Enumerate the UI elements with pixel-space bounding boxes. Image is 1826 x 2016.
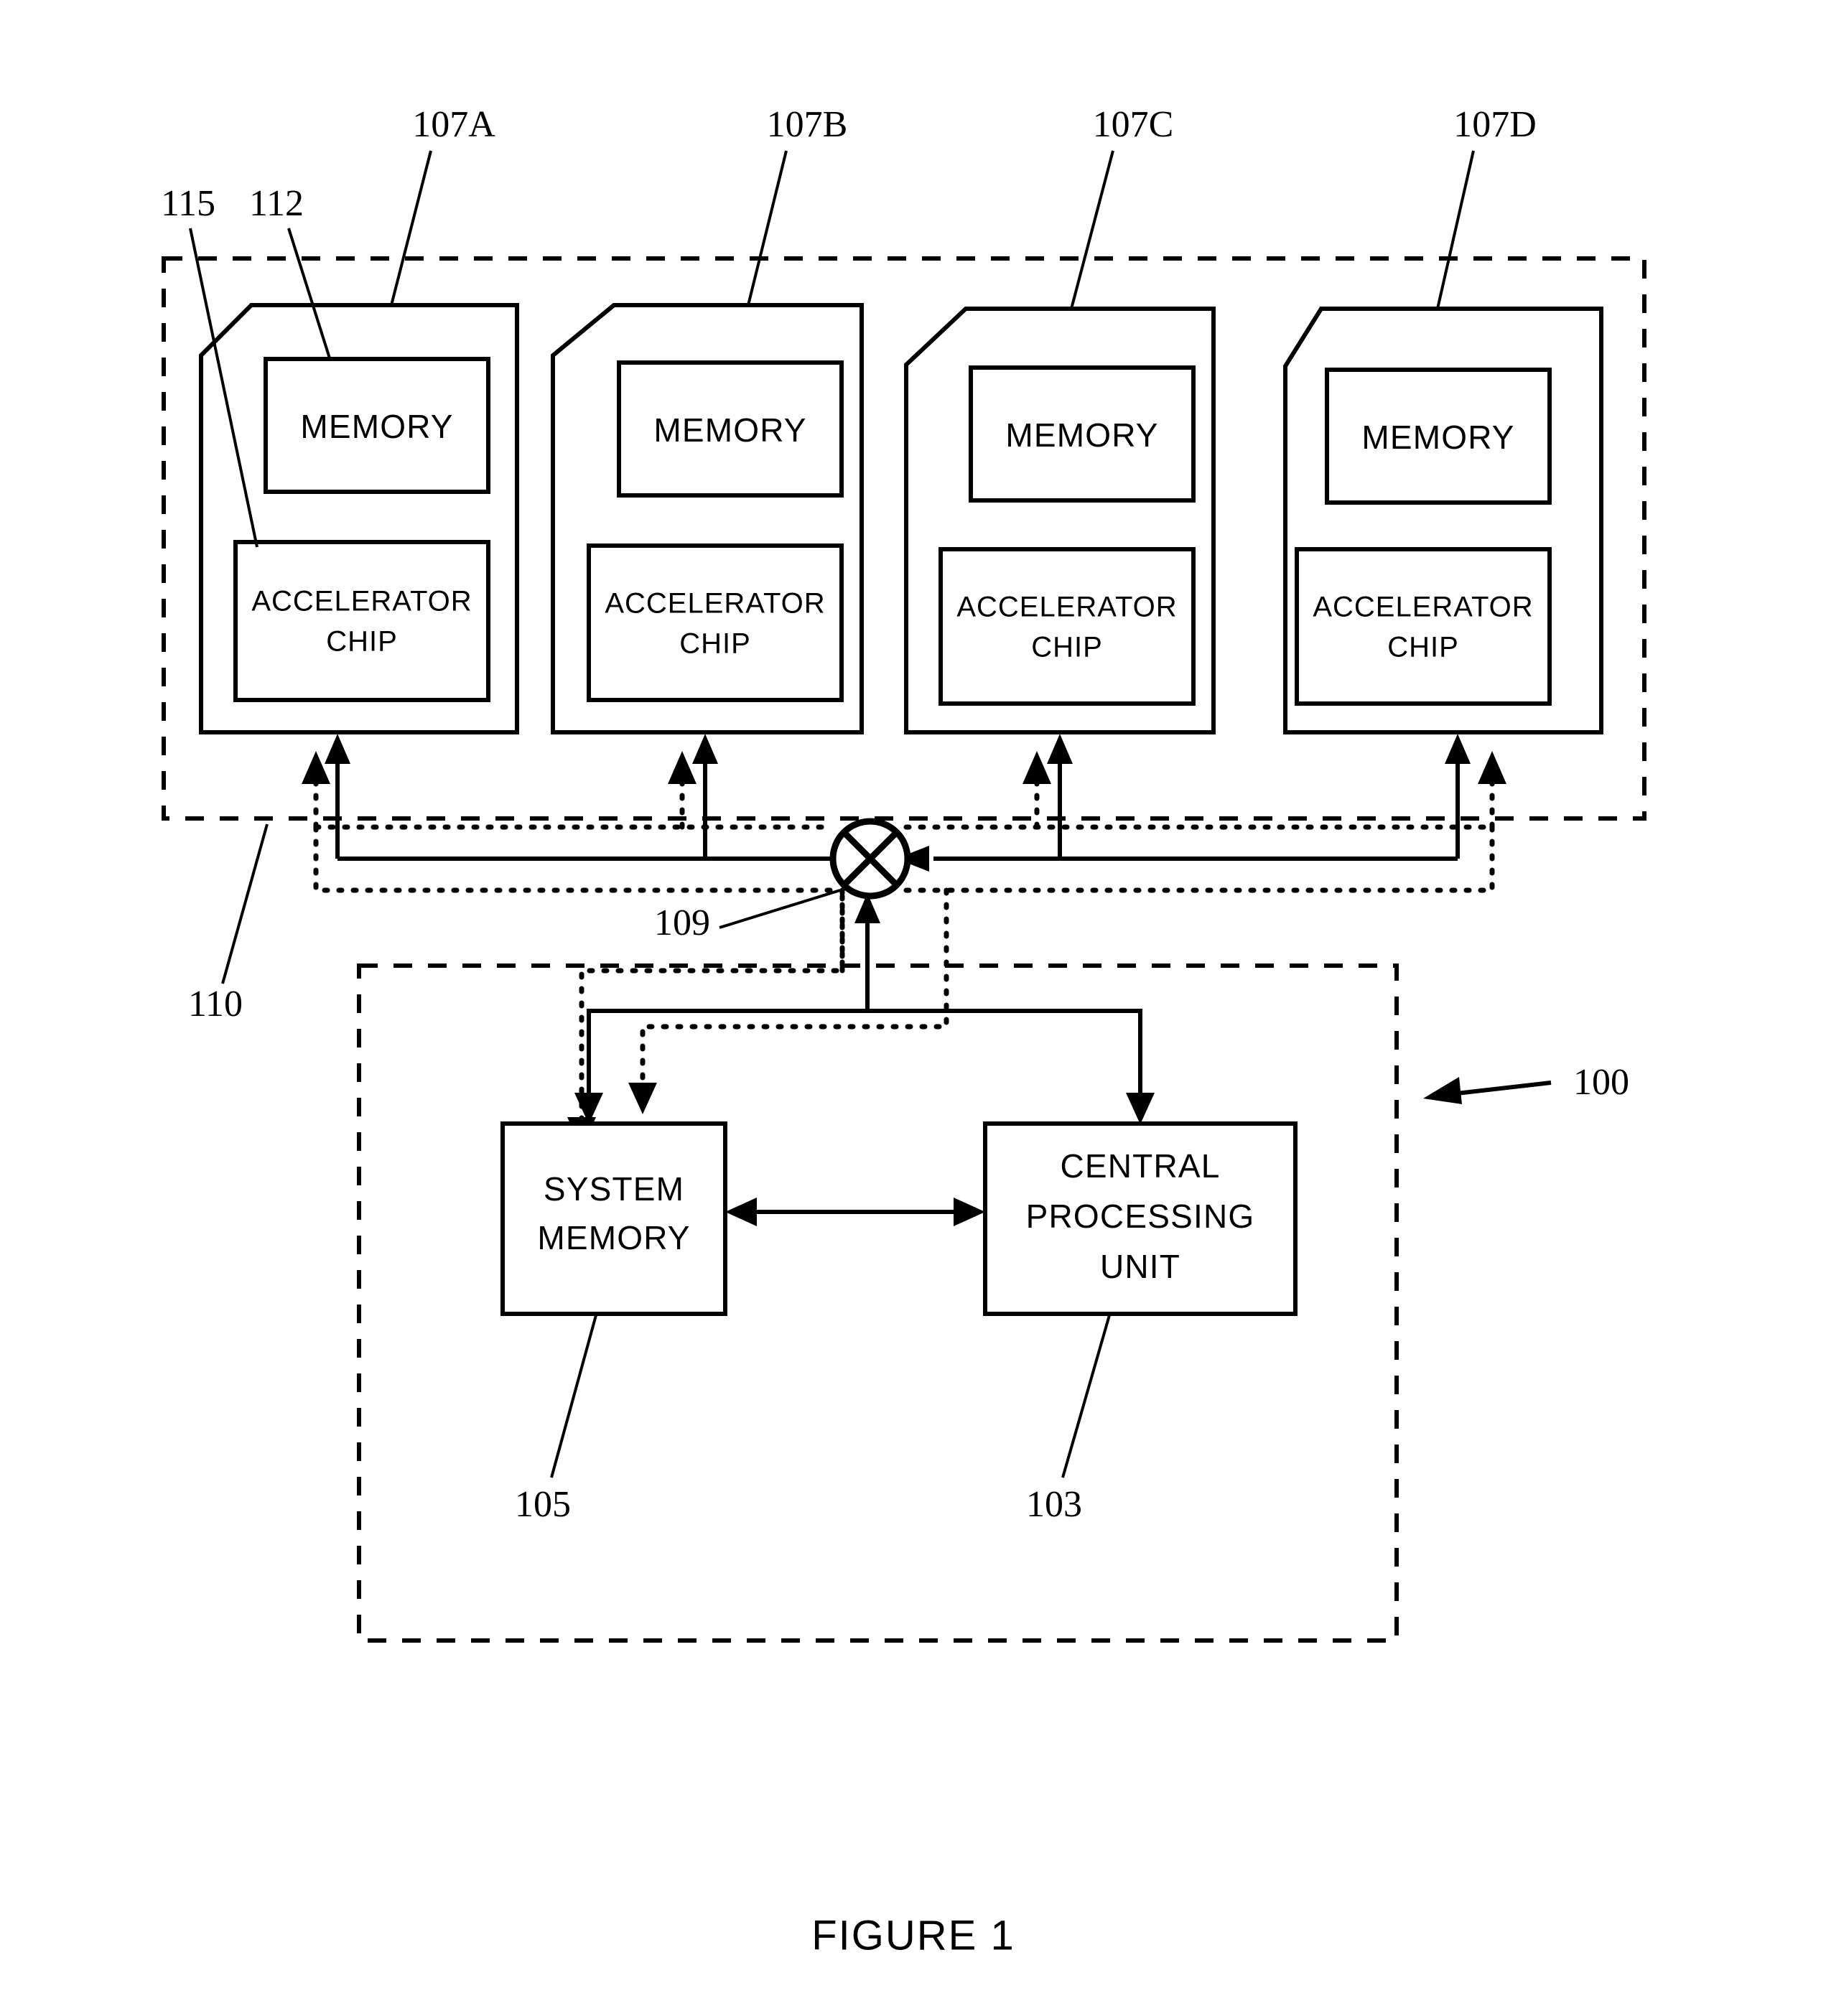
card-107b-chip-box[interactable]	[587, 543, 844, 702]
dotted-bus-arrow-card-a	[302, 751, 330, 784]
switch-crossed-circle[interactable]	[829, 818, 911, 900]
ref-103: 103	[1026, 1315, 1111, 1525]
dotted-bus-arrow-card-d	[1478, 751, 1506, 784]
card-107b-chip-label-line1: ACCELERATOR	[605, 588, 825, 620]
card-107a-chip-label-line1: ACCELERATOR	[251, 586, 472, 617]
patent-figure-canvas: MEMORY ACCELERATOR CHIP MEMORY ACCELERAT…	[0, 0, 1826, 2016]
memory-cpu-arrow-right	[954, 1198, 985, 1226]
card-107a-memory-label: MEMORY	[300, 408, 453, 445]
ref-109: 109	[654, 889, 841, 943]
ref-107a-number: 107A	[412, 104, 495, 145]
cpu-label-line3: UNIT	[1100, 1248, 1180, 1285]
accelerator-card-107b[interactable]: MEMORY ACCELERATOR CHIP	[551, 303, 864, 734]
card-107c-memory-label: MEMORY	[1005, 416, 1158, 454]
solid-bus-arrow-card-d	[1445, 734, 1471, 764]
ref-103-number: 103	[1026, 1484, 1082, 1525]
solid-bus-arrow-cpu	[1126, 1093, 1155, 1124]
figure-caption: FIGURE 1	[811, 1912, 1015, 1959]
ref-107d-number: 107D	[1453, 104, 1537, 145]
cpu-label-line2: PROCESSING	[1026, 1198, 1255, 1235]
cpu-label-line1: CENTRAL	[1060, 1147, 1220, 1185]
ref-115-number: 115	[161, 183, 215, 224]
card-107d-chip-label-line1: ACCELERATOR	[1313, 592, 1533, 623]
memory-cpu-link	[725, 1198, 985, 1226]
ref-109-number: 109	[654, 902, 710, 943]
card-107d-chip-box[interactable]	[1295, 547, 1552, 706]
ref-110: 110	[188, 823, 269, 1025]
memory-cpu-arrow-left	[725, 1198, 757, 1226]
card-107c-chip-label-line2: CHIP	[1031, 632, 1103, 663]
solid-bus-arrow-card-c	[1047, 734, 1073, 764]
ref-107a: 107A	[390, 104, 495, 306]
ref-107c: 107C	[1070, 104, 1174, 309]
system-memory-label-line2: MEMORY	[537, 1219, 690, 1256]
ref-105-number: 105	[515, 1484, 571, 1525]
ref-107d: 107D	[1436, 104, 1537, 309]
ref-107c-number: 107C	[1093, 104, 1174, 145]
ref-112-number: 112	[249, 183, 304, 224]
dotted-bus-arrow-card-b	[668, 751, 697, 784]
card-107d-chip-label-line2: CHIP	[1387, 632, 1459, 663]
figure-drawing: MEMORY ACCELERATOR CHIP MEMORY ACCELERAT…	[161, 104, 1646, 1959]
dotted-bus-arrow-card-c	[1023, 751, 1051, 784]
ref-110-number: 110	[188, 984, 243, 1025]
accelerator-card-107c[interactable]: MEMORY ACCELERATOR CHIP	[904, 307, 1216, 734]
card-107d-memory-label: MEMORY	[1361, 419, 1514, 456]
dotted-bus-arrow-system-memory-2	[628, 1083, 657, 1114]
ref-100: 100	[1423, 1062, 1629, 1104]
accelerator-card-107d[interactable]: MEMORY ACCELERATOR CHIP	[1283, 307, 1603, 734]
card-107a-chip-label-line2: CHIP	[326, 626, 398, 658]
ref-107b-number: 107B	[767, 104, 848, 145]
system-memory-block[interactable]: SYSTEM MEMORY	[500, 1121, 727, 1316]
solid-bus-arrow-card-a	[325, 734, 350, 764]
ref-100-arrowhead	[1423, 1077, 1462, 1104]
card-107c-chip-box[interactable]	[938, 547, 1196, 706]
card-107b-memory-label: MEMORY	[653, 411, 806, 449]
accelerator-card-107a[interactable]: MEMORY ACCELERATOR CHIP	[199, 303, 519, 734]
ref-105: 105	[515, 1315, 597, 1525]
ref-100-number: 100	[1573, 1062, 1629, 1103]
solid-bus-arrow-card-b	[692, 734, 718, 764]
card-107b-chip-label-line2: CHIP	[679, 628, 751, 660]
dotted-bus-network	[302, 751, 1506, 1149]
system-memory-label-line1: SYSTEM	[544, 1170, 684, 1208]
solid-bus-network	[325, 734, 1471, 1124]
card-107a-chip-box[interactable]	[233, 540, 490, 702]
card-107c-chip-label-line1: ACCELERATOR	[956, 592, 1177, 623]
cpu-block[interactable]: CENTRAL PROCESSING UNIT	[983, 1121, 1298, 1316]
ref-107b: 107B	[747, 104, 848, 306]
